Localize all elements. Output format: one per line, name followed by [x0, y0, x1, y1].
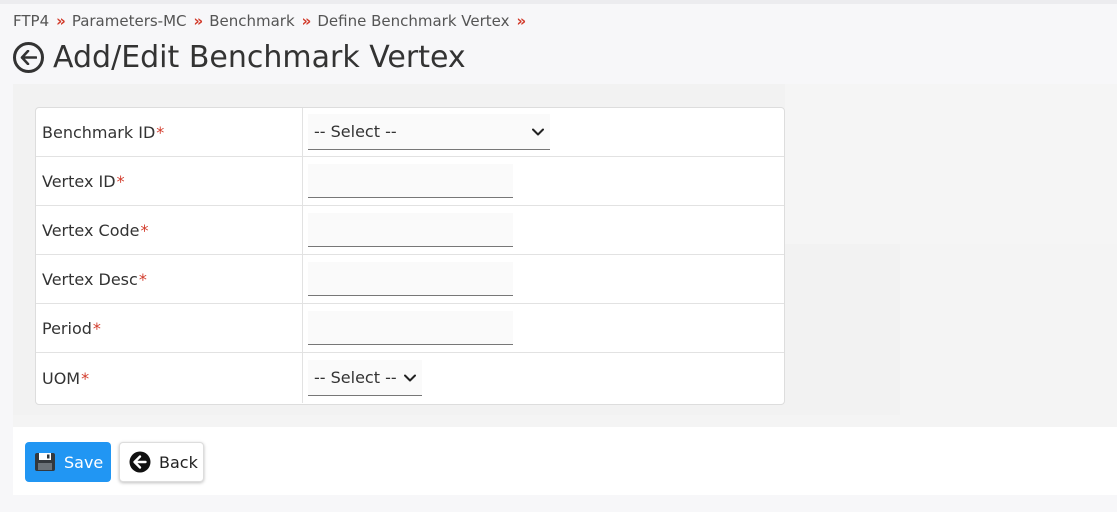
required-marker: *	[81, 368, 90, 388]
form-row-period: Period *	[36, 304, 784, 353]
vertex-id-input[interactable]	[308, 164, 513, 198]
back-button[interactable]: Back	[119, 442, 204, 482]
breadcrumb-separator: »	[516, 12, 527, 30]
vertex-code-input[interactable]	[308, 213, 513, 247]
benchmark-id-select[interactable]: -- Select --	[308, 114, 550, 150]
form-table: Benchmark ID * -- Select -- Vertex ID * Ve…	[35, 107, 785, 405]
uom-label: UOM	[42, 368, 81, 388]
form-row-vertex-id: Vertex ID *	[36, 157, 784, 206]
chevron-down-icon	[532, 128, 544, 136]
vertex-id-label: Vertex ID	[42, 171, 116, 191]
period-input[interactable]	[308, 311, 513, 345]
field-cell	[303, 255, 784, 303]
breadcrumb-separator: »	[56, 12, 66, 30]
field-cell: -- Select --	[303, 108, 784, 156]
field-label: UOM *	[36, 353, 303, 403]
breadcrumb-separator: »	[193, 12, 204, 30]
title-row: Add/Edit Benchmark Vertex	[13, 40, 466, 75]
save-button[interactable]: Save	[25, 442, 111, 482]
vertex-desc-input[interactable]	[308, 262, 513, 296]
required-marker: *	[116, 171, 125, 191]
field-label: Vertex Desc *	[36, 255, 303, 303]
arrow-left-circle-filled-icon	[129, 451, 151, 473]
required-marker: *	[156, 122, 165, 142]
chevron-down-icon	[404, 374, 416, 382]
field-label: Period *	[36, 304, 303, 352]
field-cell: -- Select --	[303, 353, 784, 403]
form-panel-shade	[785, 84, 1117, 244]
vertex-desc-label: Vertex Desc	[42, 269, 138, 289]
field-label: Vertex Code *	[36, 206, 303, 254]
breadcrumb-separator: »	[301, 12, 312, 30]
floppy-disk-icon	[34, 452, 56, 472]
breadcrumb-item-parameters-mc[interactable]: Parameters-MC	[72, 12, 187, 30]
benchmark-id-select-value: -- Select --	[314, 122, 397, 141]
form-row-vertex-code: Vertex Code *	[36, 206, 784, 255]
breadcrumb-item-ftp4[interactable]: FTP4	[13, 12, 49, 30]
period-label: Period	[42, 318, 92, 338]
form-row-benchmark-id: Benchmark ID * -- Select --	[36, 108, 784, 157]
field-label: Benchmark ID *	[36, 108, 303, 156]
breadcrumb-item-benchmark[interactable]: Benchmark	[209, 12, 294, 30]
vertex-code-label: Vertex Code	[42, 220, 140, 240]
form-row-uom: UOM * -- Select --	[36, 353, 784, 403]
field-cell	[303, 304, 784, 352]
field-cell	[303, 206, 784, 254]
uom-select-value: -- Select --	[314, 368, 397, 387]
save-button-label: Save	[64, 452, 104, 472]
field-label: Vertex ID *	[36, 157, 303, 205]
breadcrumb: FTP4 » Parameters-MC » Benchmark » Defin…	[13, 12, 532, 30]
top-strip	[0, 0, 1117, 4]
required-marker: *	[140, 220, 149, 240]
uom-select[interactable]: -- Select --	[308, 360, 422, 396]
benchmark-id-label: Benchmark ID	[42, 122, 156, 142]
breadcrumb-item-define-benchmark-vertex[interactable]: Define Benchmark Vertex	[317, 12, 509, 30]
field-cell	[303, 157, 784, 205]
page-title: Add/Edit Benchmark Vertex	[53, 40, 466, 75]
arrow-left-circle-icon[interactable]	[13, 42, 44, 73]
back-button-label: Back	[159, 452, 198, 472]
form-row-vertex-desc: Vertex Desc *	[36, 255, 784, 304]
required-marker: *	[138, 269, 147, 289]
required-marker: *	[92, 318, 101, 338]
